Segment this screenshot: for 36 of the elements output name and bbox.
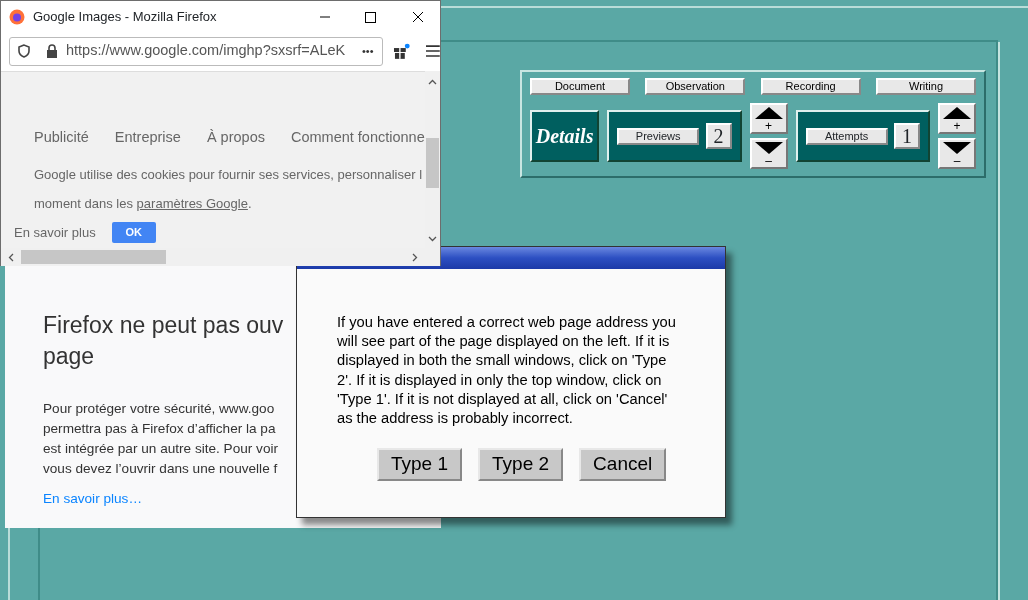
dialog-message: If you have entered a correct web page address you will see part of the page displayed on the left. If it is displayed in both the small windows, click on 'Type 2'. If it is displayed in only the top window, click on 'Type 1'. If it is not displayed at all, click on 'Cancel' as the address is probably incorrect. xyxy=(337,313,677,428)
footer-link[interactable]: Comment fonctionne xyxy=(290,127,425,149)
dialog-button[interactable]: Cancel xyxy=(579,448,667,482)
counter-value: 2 xyxy=(705,123,732,149)
url-text: https://www.google.com/imghp?sxsrf=ALeK xyxy=(66,41,346,61)
tab-button[interactable]: Recording xyxy=(760,78,861,95)
error-heading: Firefox ne peut pas ouv xyxy=(43,311,284,340)
counter-label: Previews xyxy=(617,127,700,145)
address-bar[interactable]: https://www.google.com/imghp?sxsrf=ALeK ••• xyxy=(9,36,383,66)
tab-button[interactable]: Observation xyxy=(645,78,746,95)
cookie-notice: moment dans les paramètres Google. xyxy=(34,195,253,214)
decrement-button[interactable]: – xyxy=(938,138,976,169)
learn-more-link[interactable]: En savoir plus xyxy=(14,222,96,242)
counter-label: Attempts xyxy=(805,127,888,145)
details-title: Details xyxy=(530,110,600,162)
error-text: vous devez l’ouvrir dans une nouvelle f xyxy=(43,460,278,478)
error-text: Pour protéger votre sécurité, www.goo xyxy=(43,400,275,418)
footer-link[interactable]: Entreprise xyxy=(114,127,181,149)
error-text: est intégrée par un autre site. Pour voir xyxy=(43,440,278,458)
tab-button[interactable]: Writing xyxy=(876,78,976,95)
cookie-notice: Google utilise des cookies pour fournir ses services, personnaliser l xyxy=(34,165,424,184)
footer-link[interactable]: À propos xyxy=(206,127,265,149)
window-title: Google Images - Mozilla Firefox xyxy=(33,8,217,27)
increment-button[interactable]: + xyxy=(749,103,788,134)
increment-button[interactable]: + xyxy=(938,103,976,134)
decrement-button[interactable]: – xyxy=(749,138,788,169)
counter-value: 1 xyxy=(894,123,920,149)
more-actions[interactable]: ••• xyxy=(362,42,374,60)
settings-link[interactable]: paramètres Google xyxy=(136,196,248,212)
ok-button[interactable]: OK xyxy=(111,221,156,243)
footer-link[interactable]: Publicité xyxy=(34,127,89,149)
dialog-button[interactable]: Type 1 xyxy=(377,448,463,482)
error-text: permettra pas à Firefox d’afficher la pa xyxy=(43,420,276,438)
tab-button[interactable]: Document xyxy=(530,78,630,95)
dialog-button[interactable]: Type 2 xyxy=(478,448,564,482)
error-heading: page xyxy=(43,342,95,371)
